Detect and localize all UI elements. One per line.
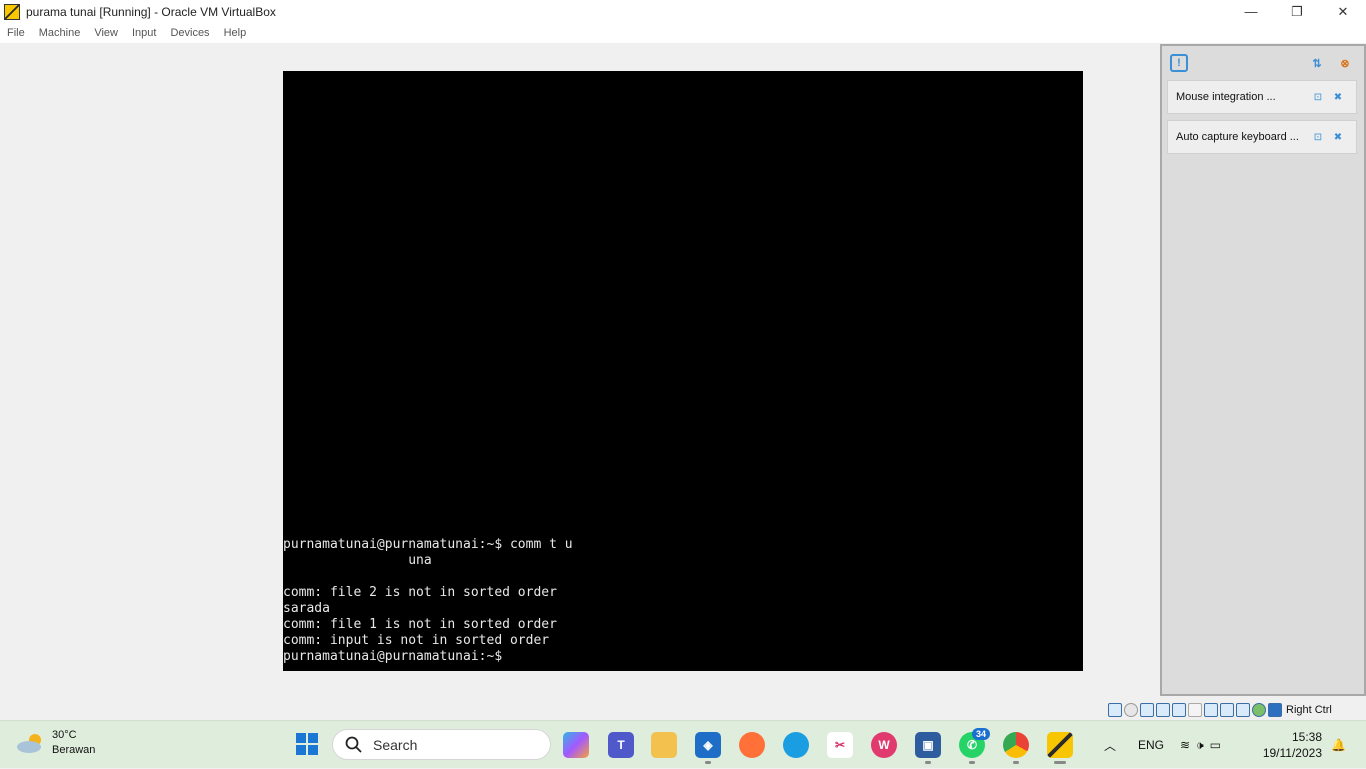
show-hidden-icons[interactable]: ︿ — [1104, 721, 1116, 769]
taskbar-search[interactable]: Search — [332, 729, 551, 760]
terminal-line: purnamatunai@purnamatunai:~$ comm t u — [283, 537, 573, 552]
hard-disk-icon[interactable] — [1108, 703, 1122, 717]
window-controls: — ❐ ✕ — [1228, 0, 1366, 23]
running-indicator — [925, 761, 931, 764]
menu-devices[interactable]: Devices — [163, 27, 216, 39]
menu-machine[interactable]: Machine — [32, 27, 88, 39]
mouse-integration-icon[interactable] — [1252, 703, 1266, 717]
shared-folders-icon[interactable] — [1188, 703, 1202, 717]
optical-drive-icon[interactable] — [1124, 703, 1138, 717]
weather-widget[interactable]: 30°C Berawan — [16, 728, 95, 758]
bell-icon: 🔔 — [1331, 738, 1346, 752]
battery-icon: ▭ — [1209, 738, 1221, 752]
virtualbox-icon[interactable]: ▣ — [915, 732, 941, 758]
menu-input[interactable]: Input — [125, 27, 163, 39]
audio-icon[interactable] — [1140, 703, 1154, 717]
toggle-icon[interactable]: ⊡ — [1312, 92, 1324, 103]
edge-icon[interactable] — [783, 732, 809, 758]
display-icon[interactable] — [1204, 703, 1218, 717]
windows-logo-tile — [296, 733, 306, 743]
firefox-icon[interactable] — [739, 732, 765, 758]
clock[interactable]: 15:38 19/11/2023 — [1258, 729, 1322, 761]
virtualization-icon[interactable] — [1236, 703, 1250, 717]
start-button[interactable] — [296, 733, 318, 755]
menu-bar: File Machine View Input Devices Help — [0, 23, 1366, 43]
notification-auto-capture[interactable]: Auto capture keyboard ... ⊡ ✖ — [1167, 120, 1357, 154]
notification-text: Auto capture keyboard ... — [1176, 131, 1299, 143]
close-icon[interactable]: ✖ — [1332, 92, 1344, 103]
title-bar: purama tunai [Running] - Oracle VM Virtu… — [0, 0, 1366, 23]
alert-icon[interactable]: ! — [1170, 54, 1188, 72]
minimize-button[interactable]: — — [1228, 0, 1274, 23]
weather-condition: Berawan — [52, 744, 96, 756]
running-indicator — [1013, 761, 1019, 764]
terminal-line: una — [283, 553, 432, 568]
terminal-line: sarada — [283, 601, 330, 616]
notification-header: ! ⇅ ⊗ — [1162, 46, 1364, 80]
menu-help[interactable]: Help — [217, 27, 254, 39]
weather-info: 30°C Berawan — [52, 728, 95, 758]
file-explorer-icon[interactable] — [651, 732, 677, 758]
terminal-line: comm: input is not in sorted order — [283, 633, 550, 648]
wps-office-icon[interactable]: W — [871, 732, 897, 758]
language-label: ENG — [1138, 738, 1165, 752]
vm-status-bar: Right Ctrl — [1108, 700, 1332, 720]
sort-icon[interactable]: ⇅ — [1308, 54, 1326, 72]
network-icon[interactable] — [1156, 703, 1170, 717]
chevron-up-icon: ︿ — [1104, 738, 1117, 753]
terminal-line: comm: file 1 is not in sorted order — [283, 617, 557, 632]
notification-center: ! ⇅ ⊗ Mouse integration ... ⊡ ✖ Auto cap… — [1160, 44, 1366, 696]
recording-icon[interactable] — [1220, 703, 1234, 717]
system-tray-icons[interactable]: ≋ 🕩 ▭ — [1180, 721, 1221, 769]
window-title: purama tunai [Running] - Oracle VM Virtu… — [26, 4, 276, 19]
cloud-sun-icon — [17, 734, 41, 753]
clock-date: 19/11/2023 — [1262, 746, 1322, 760]
vm-screen[interactable]: purnamatunai@purnamatunai:~$ comm t u un… — [283, 71, 1083, 671]
terminal-prompt: purnamatunai@purnamatunai:~$ — [283, 649, 503, 664]
terminal-output: purnamatunai@purnamatunai:~$ comm t u un… — [283, 537, 573, 665]
language-indicator[interactable]: ENG — [1138, 721, 1164, 769]
chrome-icon[interactable] — [1003, 732, 1029, 758]
notifications-button[interactable]: 🔔 — [1331, 721, 1346, 769]
menu-file[interactable]: File — [0, 27, 32, 39]
teams-icon[interactable]: T — [608, 732, 634, 758]
windows-logo-tile — [308, 745, 318, 755]
host-key-label: Right Ctrl — [1286, 704, 1332, 716]
maximize-button[interactable]: ❐ — [1274, 0, 1320, 23]
toggle-icon[interactable]: ⊡ — [1312, 132, 1324, 143]
app-cube-icon[interactable]: ◈ — [695, 732, 721, 758]
vm-window-icon[interactable] — [1047, 732, 1073, 758]
notification-mouse-integration[interactable]: Mouse integration ... ⊡ ✖ — [1167, 80, 1357, 114]
close-button[interactable]: ✕ — [1320, 0, 1366, 23]
search-label: Search — [373, 736, 418, 753]
volume-icon: 🕩 — [1196, 737, 1204, 752]
weather-temp: 30°C — [52, 729, 77, 741]
menu-view[interactable]: View — [87, 27, 125, 39]
running-indicator — [705, 761, 711, 764]
dismiss-all-icon[interactable]: ⊗ — [1336, 54, 1354, 72]
windows-logo-tile — [296, 745, 306, 755]
search-icon — [345, 736, 362, 753]
snipping-tool-icon[interactable]: ✂ — [827, 732, 853, 758]
host-key-icon[interactable] — [1268, 703, 1282, 717]
windows-taskbar: 30°C Berawan Search T ◈ ✂ W ▣ ✆ 34 ︿ ENG… — [0, 720, 1366, 768]
close-icon[interactable]: ✖ — [1332, 132, 1344, 143]
notification-text: Mouse integration ... — [1176, 91, 1276, 103]
active-indicator — [1054, 761, 1066, 764]
virtualbox-app-icon — [4, 3, 20, 20]
whatsapp-badge: 34 — [972, 728, 991, 740]
usb-icon[interactable] — [1172, 703, 1186, 717]
clock-time: 15:38 — [1291, 730, 1322, 744]
windows-logo-tile — [308, 733, 318, 743]
wifi-icon: ≋ — [1180, 738, 1191, 752]
running-indicator — [969, 761, 975, 764]
terminal-line: comm: file 2 is not in sorted order — [283, 585, 557, 600]
copilot-icon[interactable] — [563, 732, 589, 758]
